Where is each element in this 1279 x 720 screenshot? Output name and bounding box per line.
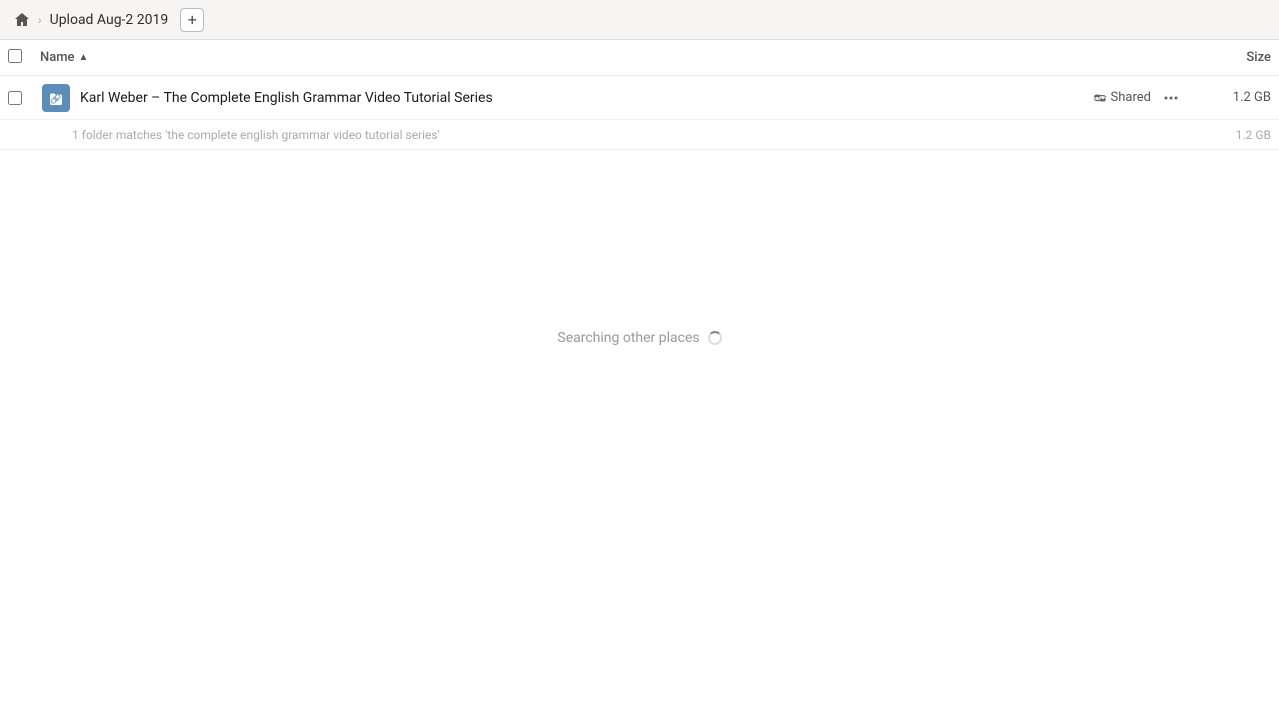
searching-text: Searching other places — [557, 330, 699, 346]
breadcrumb-separator: › — [38, 13, 42, 27]
row-checkbox[interactable] — [8, 91, 22, 105]
match-info-size: 1.2 GB — [1191, 128, 1271, 142]
select-all-checkbox[interactable] — [8, 49, 22, 63]
new-tab-icon: + — [188, 10, 197, 29]
shared-label: Shared — [1111, 90, 1151, 105]
link-icon — [1093, 91, 1107, 105]
more-options-button[interactable] — [1159, 86, 1183, 110]
folder-icon-area: 🔗 — [40, 84, 72, 112]
folder-icon: 🔗 — [42, 84, 70, 112]
home-button[interactable] — [8, 6, 36, 34]
sort-arrow-icon: ▲ — [79, 52, 89, 63]
new-tab-button[interactable]: + — [180, 8, 204, 32]
header-bar: › Upload Aug-2 2019 + — [0, 0, 1279, 40]
file-size: 1.2 GB — [1191, 90, 1271, 105]
match-info-row: 1 folder matches 'the complete english g… — [0, 120, 1279, 150]
breadcrumb-upload[interactable]: Upload Aug-2 2019 — [44, 8, 175, 32]
shared-badge: Shared — [1093, 90, 1151, 105]
match-info-text: 1 folder matches 'the complete english g… — [72, 128, 1191, 142]
size-column-label: Size — [1246, 50, 1271, 65]
name-column-header[interactable]: Name ▲ — [40, 50, 1191, 65]
more-icon — [1163, 90, 1179, 106]
header-checkbox-area — [8, 49, 40, 67]
column-header-row: Name ▲ Size — [0, 40, 1279, 76]
svg-text:🔗: 🔗 — [50, 93, 61, 105]
file-name[interactable]: Karl Weber – The Complete English Gramma… — [80, 90, 1093, 106]
file-row[interactable]: 🔗 Karl Weber – The Complete English Gram… — [0, 76, 1279, 120]
breadcrumb-label: Upload Aug-2 2019 — [50, 12, 169, 28]
searching-area: Searching other places — [0, 330, 1279, 346]
row-actions: Shared — [1093, 86, 1183, 110]
row-checkbox-area — [8, 91, 40, 105]
name-column-label: Name — [40, 50, 75, 65]
size-column-header[interactable]: Size — [1191, 50, 1271, 65]
loading-spinner — [708, 331, 722, 345]
